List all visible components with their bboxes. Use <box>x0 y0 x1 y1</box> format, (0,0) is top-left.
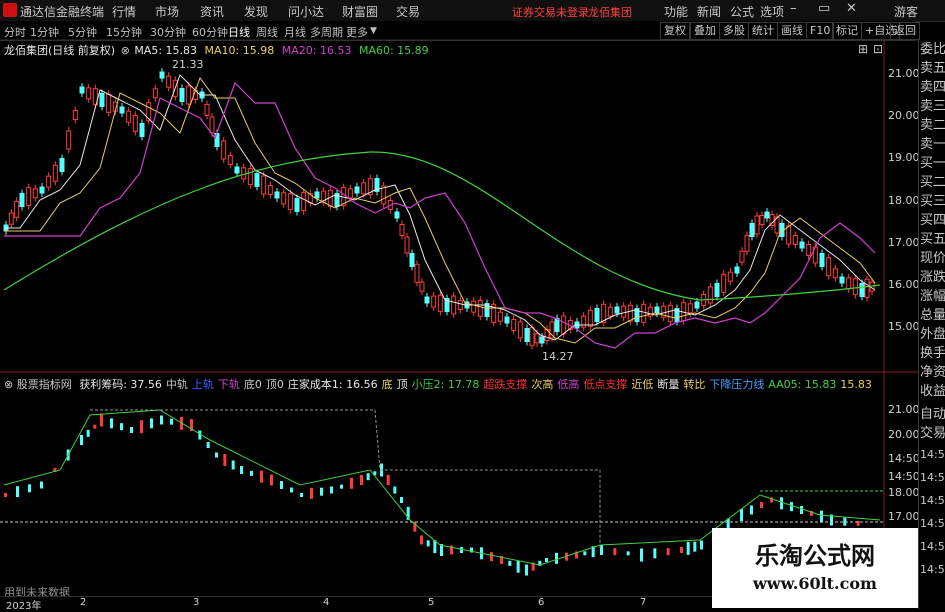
date-tick: 5 <box>428 597 435 608</box>
side-panel-item[interactable]: 14:50 <box>919 466 945 489</box>
indicator-tick: 18.00 <box>888 486 920 499</box>
date-tick: 7 <box>640 597 647 608</box>
kline-chart[interactable] <box>0 0 918 609</box>
indicator-item: 庄家成本1: 16.56 <box>287 378 378 391</box>
side-panel-item[interactable]: 现价 <box>919 249 945 268</box>
side-panel-item[interactable]: 总量 <box>919 306 945 325</box>
side-panel-item[interactable]: 买三 <box>919 192 945 211</box>
side-panel-item[interactable]: 买二 <box>919 173 945 192</box>
watermark-box: 乐淘公式网 www.60lt.com <box>712 528 918 608</box>
indicator-tick: 21.00 <box>888 403 920 416</box>
watermark-title: 乐淘公式网 <box>755 541 875 570</box>
date-tick: 2 <box>80 597 87 608</box>
indicator-tick: 14:50 <box>888 452 920 465</box>
indicator-item: 底0 <box>243 378 262 391</box>
quote-side-panel: 委比 卖五 卖四 卖三 卖二 卖一 买一 买二 买三 买四 买五 现价 涨跌 涨幅 总量 外盘 换手 净资 收益自动… <box>918 40 945 609</box>
indicator-item: 近低 <box>631 378 654 391</box>
side-panel-item[interactable]: 自动 <box>919 405 945 424</box>
indicator-item: 小压2: 17.78 <box>411 378 480 391</box>
indicator-item: 转比 <box>683 378 706 391</box>
indicator-legend: ⊗ 股票指标网 获利筹码: 37.56 中轨 上轨 下轨 底0 顶0 庄家成本1: 16.5… <box>4 376 872 392</box>
indicator-menu-icon[interactable]: ⊗ <box>4 378 13 391</box>
price-tick: 21.00 <box>888 67 920 80</box>
side-panel-item[interactable]: 收益 <box>919 382 945 401</box>
indicator-item: AA05: 15.83 <box>768 378 837 391</box>
indicator-item: 断量 <box>657 378 680 391</box>
side-panel-item[interactable]: 涨幅 <box>919 287 945 306</box>
indicator-item: 低点支撑 <box>583 378 628 391</box>
side-panel-item[interactable]: 外盘 <box>919 325 945 344</box>
high-price-label: 21.33 <box>172 58 204 71</box>
side-panel-item[interactable]: 14:50 <box>919 489 945 512</box>
side-panel-item[interactable]: 换手 <box>919 344 945 363</box>
date-tick: 3 <box>193 597 200 608</box>
indicator-item: 获利筹码: 37.56 <box>79 378 162 391</box>
indicator-item: 超跌支撑 <box>483 378 528 391</box>
indicator-item: 低高 <box>557 378 580 391</box>
side-panel-item[interactable]: 卖二 <box>919 116 945 135</box>
date-tick: 2023年 <box>6 601 42 612</box>
side-panel-item[interactable]: 交易 <box>919 424 945 443</box>
side-panel-item[interactable]: 14:50 <box>919 558 945 581</box>
indicator-item: 次高 <box>531 378 554 391</box>
indicator-name[interactable]: 股票指标网 <box>17 378 72 391</box>
side-panel-item[interactable]: 买五 <box>919 230 945 249</box>
side-panel-item[interactable]: 涨跌 <box>919 268 945 287</box>
side-panel-item[interactable]: 14:50 <box>919 443 945 466</box>
price-tick: 20.00 <box>888 109 920 122</box>
indicator-item: 15.83 <box>840 378 872 391</box>
low-price-label: 14.27 <box>542 350 574 363</box>
date-tick: 4 <box>323 597 330 608</box>
side-panel-item[interactable]: 卖一 <box>919 135 945 154</box>
side-panel-item[interactable]: 14:50 <box>919 512 945 535</box>
indicator-item: 上轨 <box>191 378 214 391</box>
watermark-url: www.60lt.com <box>753 574 877 593</box>
side-panel-item[interactable]: 卖四 <box>919 78 945 97</box>
date-tick: 6 <box>538 597 545 608</box>
price-tick: 16.00 <box>888 278 920 291</box>
indicator-item: 下降压力线 <box>709 378 765 391</box>
indicator-item: 中轨 <box>165 378 188 391</box>
indicator-item: 顶0 <box>265 378 284 391</box>
price-tick: 19.00 <box>888 151 920 164</box>
indicator-tick: 14:50 <box>888 470 920 483</box>
indicator-item: 下轨 <box>217 378 240 391</box>
side-panel-item[interactable]: 买四 <box>919 211 945 230</box>
side-panel-item[interactable]: 净资 <box>919 363 945 382</box>
side-panel-item[interactable]: 卖三 <box>919 97 945 116</box>
side-panel-item[interactable]: 14:50 <box>919 535 945 558</box>
price-tick: 15.00 <box>888 320 920 333</box>
indicator-tick: 17.00 <box>888 510 920 523</box>
side-panel-item[interactable]: 买一 <box>919 154 945 173</box>
price-tick: 17.00 <box>888 236 920 249</box>
indicator-item: 顶 <box>396 378 408 391</box>
price-axis: 21.00 20.00 19.00 18.00 17.00 16.00 15.0… <box>884 0 920 360</box>
indicator-tick: 20.00 <box>888 428 920 441</box>
indicator-item: 底 <box>381 378 393 391</box>
side-panel-item[interactable]: 卖五 <box>919 59 945 78</box>
side-panel-item[interactable]: 委比 <box>919 40 945 59</box>
price-tick: 18.00 <box>888 194 920 207</box>
